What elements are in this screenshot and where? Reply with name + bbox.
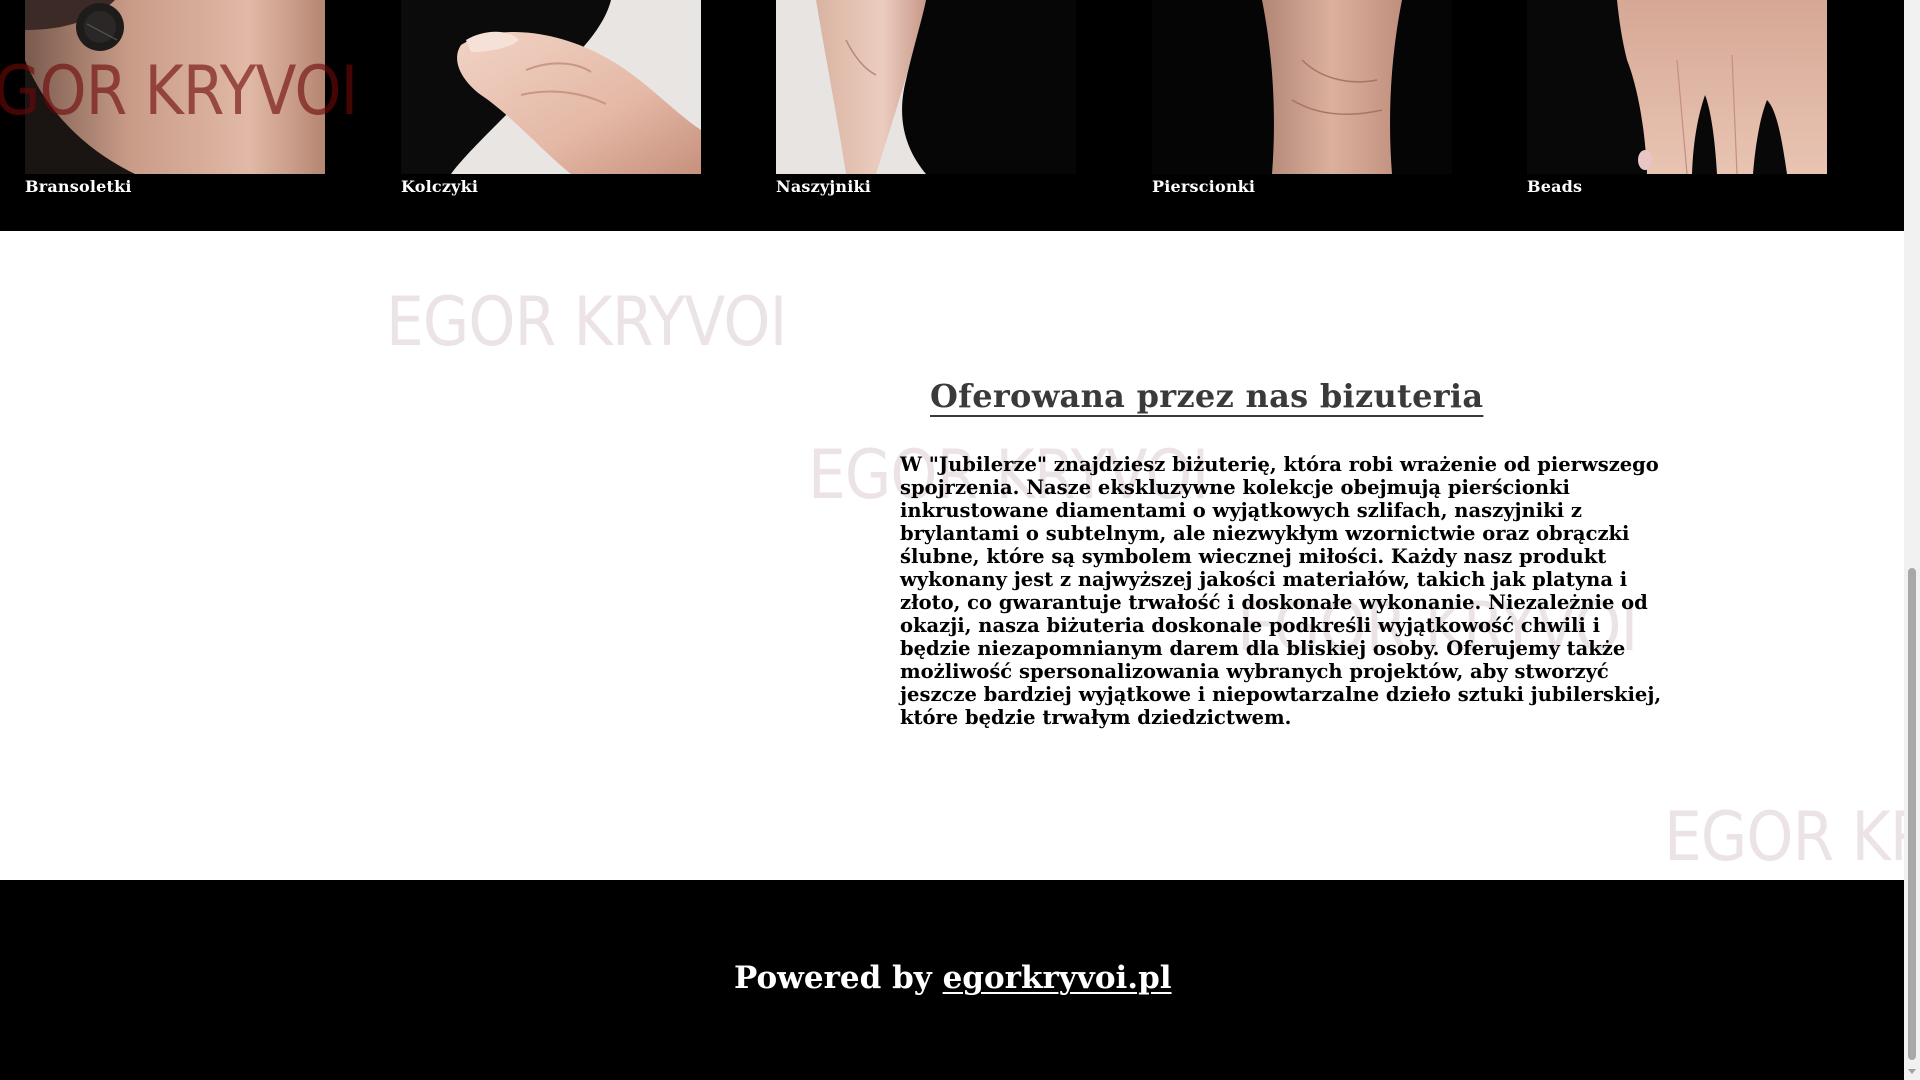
footer: Powered by egorkryvoi.pl [0, 880, 1904, 1080]
category-strip: Bransoletki Kolczyki Naszyjniki Pierscio… [0, 0, 1904, 231]
category-image[interactable] [401, 0, 701, 174]
watermark: EGOR KR [1664, 798, 1904, 877]
category-card-beads[interactable]: Beads [1527, 0, 1827, 231]
category-image[interactable] [25, 0, 325, 174]
category-card-pierscionki[interactable]: Pierscionki [1152, 0, 1452, 231]
model-hand-fingers-photo [1527, 0, 1827, 174]
footer-credit: Powered by egorkryvoi.pl [734, 960, 1172, 996]
category-card-bransoletki[interactable]: Bransoletki [25, 0, 325, 231]
section-heading: Oferowana przez nas bizuteria [930, 377, 1484, 415]
category-image[interactable] [1152, 0, 1452, 174]
category-image[interactable] [1527, 0, 1827, 174]
scrollbar-thumb[interactable] [1908, 568, 1916, 1060]
footer-link[interactable]: egorkryvoi.pl [943, 960, 1172, 996]
category-label: Beads [1527, 177, 1583, 196]
section-body-text: W "Jubilerze" znajdziesz biżuterię, któr… [900, 453, 1662, 729]
scroll-down-arrow-icon[interactable] [1904, 1064, 1920, 1080]
watermark: EGOR KRYVOI [386, 283, 787, 362]
model-arm-black-top-photo [1152, 0, 1452, 174]
vertical-scrollbar[interactable] [1904, 0, 1920, 1080]
category-label: Naszyjniki [776, 177, 872, 196]
category-image[interactable] [776, 0, 1076, 174]
category-label: Kolczyki [401, 177, 479, 196]
page: Bransoletki Kolczyki Naszyjniki Pierscio… [0, 0, 1904, 1080]
category-card-kolczyki[interactable]: Kolczyki [401, 0, 701, 231]
category-label: Bransoletki [25, 177, 132, 196]
category-label: Pierscionki [1152, 177, 1256, 196]
model-hand-at-shoulder-photo [401, 0, 701, 174]
category-card-naszyjniki[interactable]: Naszyjniki [776, 0, 1076, 231]
footer-powered-by: Powered by [734, 960, 943, 996]
model-wrist-bracelet-photo [25, 0, 325, 174]
model-arm-black-top-photo [776, 0, 1076, 174]
